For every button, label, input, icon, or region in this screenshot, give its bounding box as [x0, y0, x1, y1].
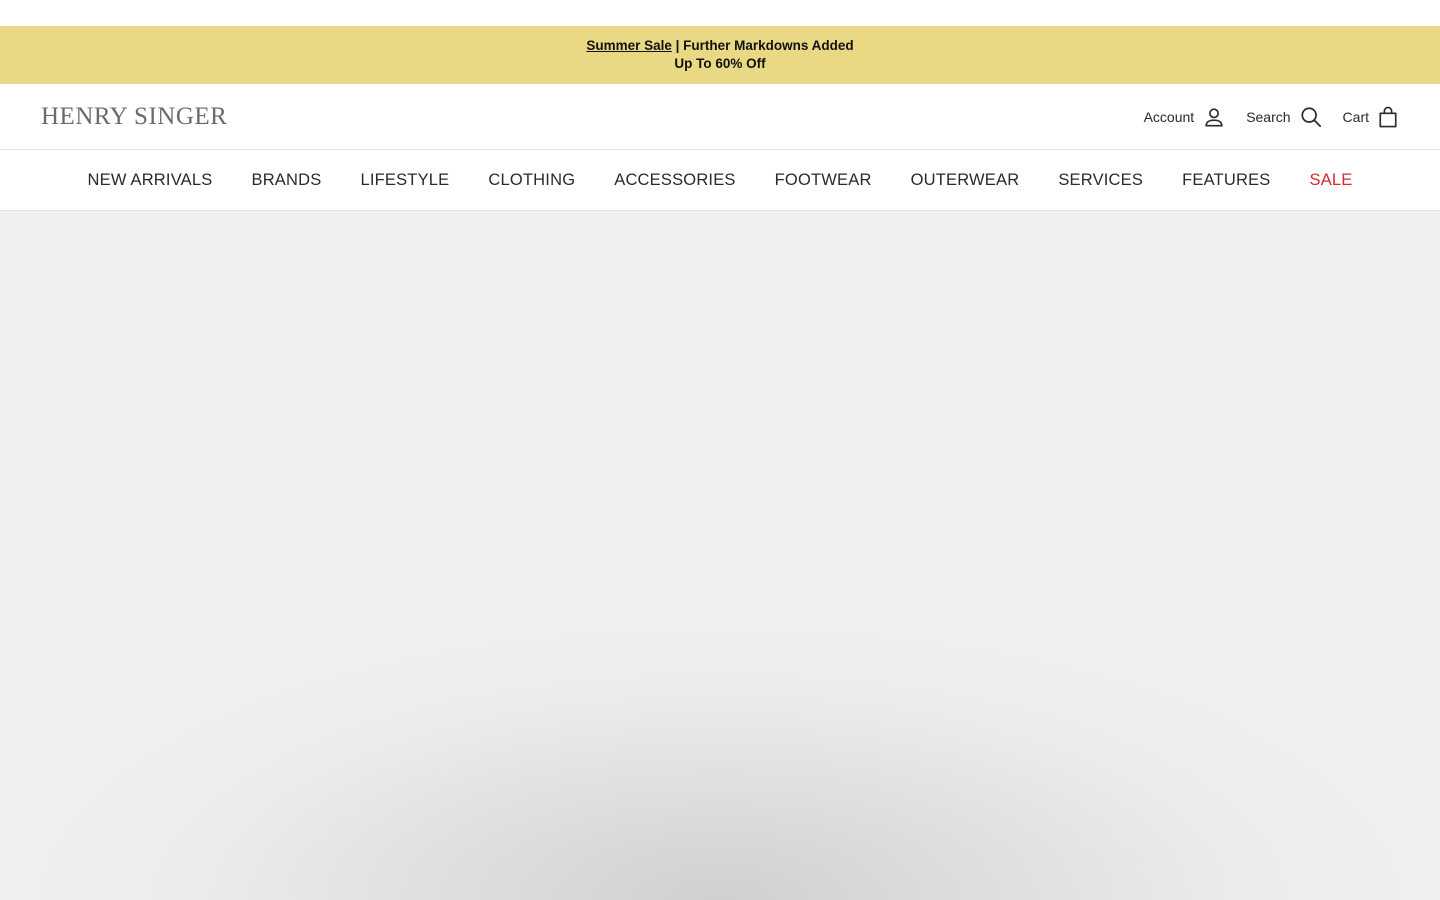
- header-actions: Account Search Cart: [1144, 106, 1398, 128]
- account-button[interactable]: Account: [1144, 106, 1226, 128]
- search-button[interactable]: Search: [1246, 106, 1321, 128]
- summer-sale-link[interactable]: Summer Sale: [586, 38, 672, 53]
- site-header: HENRY SINGER Account Search Cart: [0, 84, 1440, 150]
- announcement-bar: Summer Sale | Further Markdowns Added Up…: [0, 26, 1440, 84]
- user-icon: [1203, 106, 1225, 128]
- nav-item-lifestyle[interactable]: LIFESTYLE: [360, 171, 449, 190]
- nav-item-new-arrivals[interactable]: NEW ARRIVALS: [88, 171, 213, 190]
- cart-button[interactable]: Cart: [1343, 106, 1398, 128]
- account-label: Account: [1143, 108, 1195, 125]
- nav-item-footwear[interactable]: FOOTWEAR: [775, 171, 872, 190]
- top-strip: [0, 0, 1440, 26]
- shopping-bag-icon: [1378, 106, 1398, 128]
- announcement-text: | Further Markdowns Added: [671, 38, 854, 53]
- hero-banner: [0, 211, 1440, 900]
- nav-item-brands[interactable]: BRANDS: [251, 171, 321, 190]
- nav-item-services[interactable]: SERVICES: [1058, 171, 1143, 190]
- nav-item-clothing[interactable]: CLOTHING: [488, 171, 575, 190]
- announcement-line-2: Up To 60% Off: [674, 56, 766, 71]
- cart-label: Cart: [1342, 108, 1369, 125]
- search-label: Search: [1246, 108, 1291, 125]
- nav-item-features[interactable]: FEATURES: [1182, 171, 1270, 190]
- nav-item-outerwear[interactable]: OUTERWEAR: [911, 171, 1020, 190]
- main-nav: NEW ARRIVALS BRANDS LIFESTYLE CLOTHING A…: [0, 150, 1440, 211]
- logo[interactable]: HENRY SINGER: [41, 103, 227, 131]
- announcement-line-1: Summer Sale | Further Markdowns Added: [586, 37, 853, 55]
- nav-item-accessories[interactable]: ACCESSORIES: [614, 171, 735, 190]
- nav-item-sale[interactable]: SALE: [1309, 171, 1352, 190]
- search-icon: [1300, 106, 1322, 128]
